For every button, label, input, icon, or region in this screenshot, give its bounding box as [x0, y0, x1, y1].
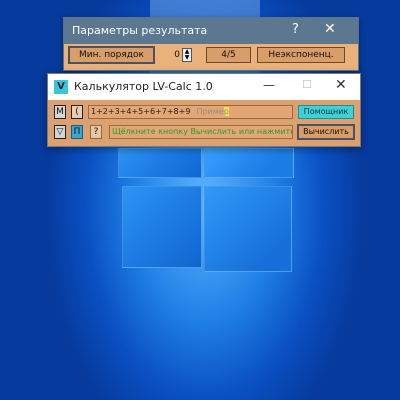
fraction-button[interactable]: 4/5	[206, 47, 251, 63]
results-params-titlebar[interactable]: Параметры результата ? ✕	[64, 18, 358, 44]
expression-text: 1+2+3+4+5+6+7+8+9	[91, 107, 191, 116]
windows-logo-pane-top-right	[204, 148, 294, 178]
spinner-arrows[interactable]: ▲ ▼	[182, 48, 192, 62]
min-order-button[interactable]: Мин. порядок	[68, 46, 155, 64]
results-params-window: Параметры результата ? ✕ Мин. порядок 0 …	[63, 17, 359, 71]
close-icon[interactable]: ✕	[324, 21, 336, 37]
calculator-title: Калькулятор LV-Calc 1.0	[74, 80, 213, 93]
order-spinner-value[interactable]: 0	[162, 47, 180, 63]
expression-placeholder: Приме	[196, 107, 224, 116]
windows-logo-pane-bottom-right	[204, 186, 292, 272]
memory-button[interactable]: M	[54, 105, 66, 119]
p-button[interactable]: П	[71, 125, 83, 139]
results-params-title: Параметры результата	[72, 24, 208, 37]
calculator-titlebar[interactable]: V Калькулятор LV-Calc 1.0 — ☐ ✕	[48, 74, 360, 100]
app-logo-icon: V	[54, 80, 68, 94]
order-spinner[interactable]: 0 ▲ ▼	[162, 47, 196, 63]
maximize-icon[interactable]: ☐	[302, 78, 312, 91]
help-icon[interactable]: ?	[292, 22, 299, 37]
windows-logo-pane-bottom-left	[122, 186, 202, 268]
non-exponential-button[interactable]: Неэкспоненц.	[257, 47, 345, 63]
triangle-down-button[interactable]: ▽	[54, 125, 66, 139]
minimize-icon[interactable]: —	[263, 78, 275, 92]
close-icon[interactable]: ✕	[335, 77, 347, 93]
expression-input[interactable]: 1+2+3+4+5+6+7+8+9 Пример	[88, 105, 293, 119]
calculator-window: V Калькулятор LV-Calc 1.0 — ☐ ✕ M ( 1+2+…	[47, 73, 361, 147]
calculate-button[interactable]: Вычислить	[297, 124, 355, 140]
windows-logo-pane-top-left	[118, 148, 202, 178]
helper-button[interactable]: Помощник	[298, 105, 354, 119]
text-cursor-highlight: р	[223, 107, 229, 116]
question-button[interactable]: ?	[90, 125, 102, 139]
bracket-button[interactable]: (	[71, 105, 83, 119]
spinner-down-icon[interactable]: ▼	[183, 55, 191, 61]
status-hint-field: Щёлкните кнопку Вычислить или нажмите к	[109, 125, 293, 139]
